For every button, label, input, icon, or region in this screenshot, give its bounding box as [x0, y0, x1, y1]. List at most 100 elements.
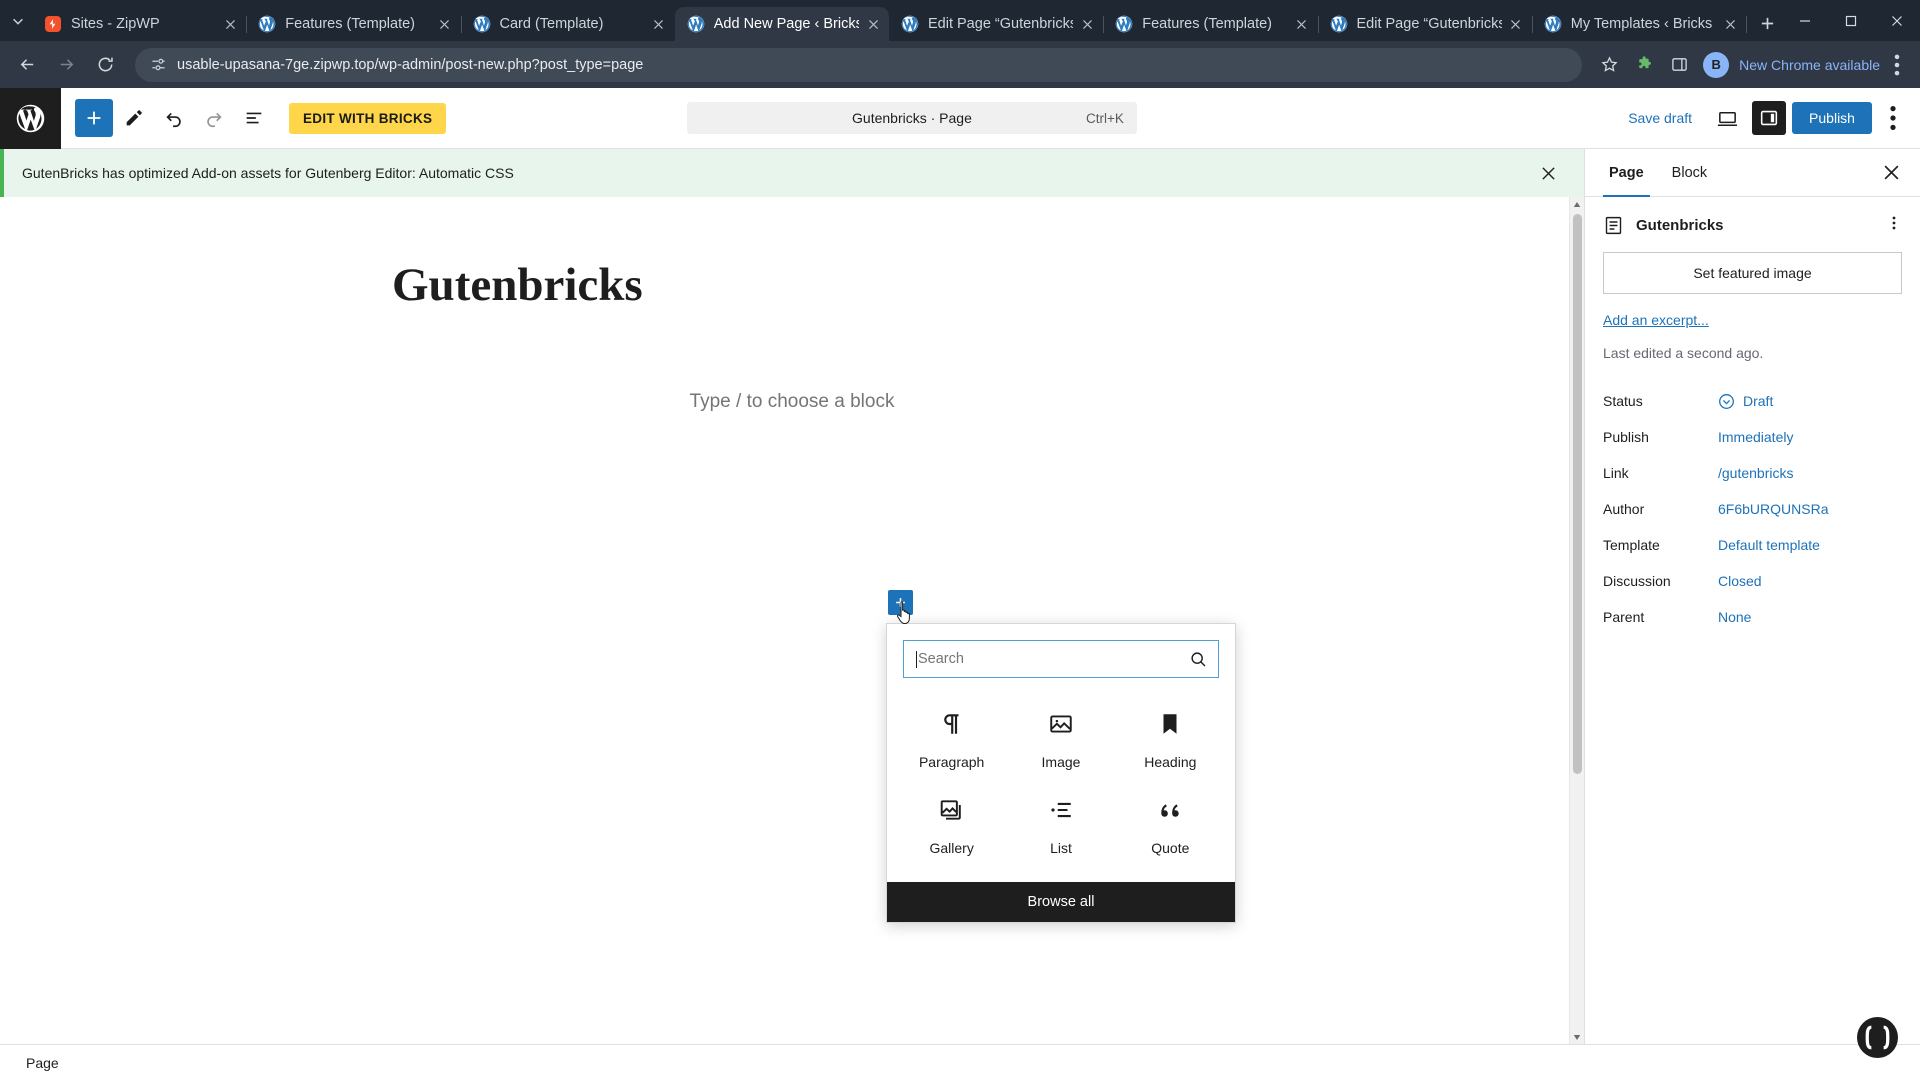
extensions-puzzle-icon[interactable] [1628, 49, 1660, 81]
forward-button[interactable] [49, 48, 83, 82]
editor-options-kebab-icon[interactable] [1878, 99, 1908, 137]
inserter-block-heading[interactable]: Heading [1116, 696, 1225, 776]
close-sidebar-button[interactable] [1872, 149, 1910, 196]
chrome-menu-kebab-icon[interactable] [1884, 48, 1910, 82]
sidebar-tabs: Page Block [1585, 149, 1920, 197]
close-window-button[interactable] [1874, 0, 1920, 41]
browser-tab[interactable]: Features (Template) [246, 7, 462, 41]
browser-window: Sites - ZipWP Features (Template) Card (Te… [0, 0, 1920, 1080]
tab-title: My Templates ‹ Bricks 20 [1570, 16, 1716, 32]
page-title[interactable]: Gutenbricks [0, 257, 1584, 313]
code-snippet-fab-button[interactable] [1857, 1017, 1898, 1058]
chrome-update-label[interactable]: New Chrome available [1739, 57, 1880, 73]
settings-sidebar-toggle-button[interactable] [1752, 101, 1787, 135]
browser-tab[interactable]: Features (Template) [1103, 7, 1319, 41]
inserter-block-paragraph[interactable]: Paragraph [897, 696, 1006, 776]
meta-value-button[interactable]: /gutenbricks [1718, 465, 1793, 481]
wordpress-logo-icon[interactable] [0, 87, 61, 149]
inserter-block-list[interactable]: List [1006, 782, 1115, 862]
window-controls [1782, 0, 1920, 41]
save-draft-button[interactable]: Save draft [1618, 104, 1702, 132]
paragraph-icon [939, 708, 965, 740]
tab-close-icon[interactable] [649, 14, 669, 34]
last-edited-text: Last edited a second ago. [1603, 345, 1764, 361]
tab-title: Card (Template) [499, 16, 604, 32]
sidebar-tab-page[interactable]: Page [1595, 149, 1658, 197]
bookmark-star-icon[interactable] [1593, 49, 1625, 81]
new-tab-button[interactable] [1752, 8, 1782, 38]
browser-tab[interactable]: Sites - ZipWP [32, 7, 248, 41]
document-actions-kebab-icon[interactable] [1886, 215, 1902, 236]
browse-all-button[interactable]: Browse all [887, 882, 1235, 922]
tab-close-icon[interactable] [435, 14, 455, 34]
tab-close-icon[interactable] [220, 14, 240, 34]
meta-value-button[interactable]: 6F6bURQUNSRa [1718, 501, 1828, 517]
notice-dismiss-button[interactable] [1536, 161, 1560, 185]
editor-header-actions: Save draft Publish [1618, 99, 1920, 137]
edit-tools-pencil-icon[interactable] [115, 99, 153, 137]
publish-button[interactable]: Publish [1792, 102, 1872, 134]
scroll-up-arrow-icon[interactable] [1570, 197, 1585, 212]
set-featured-image-button[interactable]: Set featured image [1603, 252, 1902, 294]
wordpress-icon [1115, 15, 1133, 33]
document: Gutenbricks Type / to choose a block [0, 197, 1584, 417]
site-settings-icon[interactable] [149, 56, 167, 74]
browser-tab[interactable]: Add New Page ‹ Bricks 20 [674, 7, 889, 41]
meta-value-button[interactable]: Draft [1718, 393, 1773, 410]
block-inserter-toggle-button[interactable] [75, 99, 113, 137]
undo-button[interactable] [155, 99, 193, 137]
address-bar[interactable]: usable-upasana-7ge.zipwp.top/wp-admin/po… [135, 47, 1583, 82]
heading-icon [1157, 708, 1183, 740]
tab-close-icon[interactable] [863, 14, 883, 34]
inserter-block-quote[interactable]: Quote [1116, 782, 1225, 862]
edit-with-bricks-button[interactable]: EDIT WITH BRICKS [289, 102, 447, 134]
tab-close-icon[interactable] [1292, 14, 1312, 34]
status-bar-label: Page [26, 1054, 59, 1071]
inserter-block-image[interactable]: Image [1006, 696, 1115, 776]
browser-tab[interactable]: Card (Template) [461, 7, 677, 41]
meta-row-template: Template Default template [1603, 527, 1902, 563]
inserter-block-gallery[interactable]: Gallery [897, 782, 1006, 862]
meta-row-discussion: Discussion Closed [1603, 563, 1902, 599]
empty-paragraph-block[interactable]: Type / to choose a block [0, 387, 1584, 417]
reload-button[interactable] [88, 48, 122, 82]
side-panel-icon[interactable] [1663, 49, 1695, 81]
browser-toolbar: usable-upasana-7ge.zipwp.top/wp-admin/po… [0, 41, 1920, 88]
block-inserter-popover: Search Paragraph Image Heading Gallery List Q… [886, 623, 1236, 923]
tab-close-icon[interactable] [1506, 14, 1526, 34]
browser-tab[interactable]: Edit Page “Gutenbricks” ‹ [889, 7, 1105, 41]
maximize-button[interactable] [1828, 0, 1874, 41]
editor-header: EDIT WITH BRICKS Gutenbricks · Page Ctrl… [0, 87, 1920, 149]
canvas-scrollbar[interactable] [1569, 197, 1584, 1044]
browser-tab[interactable]: Edit Page “Gutenbricks” ‹ [1318, 7, 1534, 41]
redo-button[interactable] [195, 99, 233, 137]
tab-close-icon[interactable] [1720, 14, 1740, 34]
scroll-down-arrow-icon[interactable] [1570, 1029, 1585, 1044]
preview-device-icon[interactable] [1708, 99, 1746, 137]
sidebar-tab-block[interactable]: Block [1658, 149, 1721, 196]
wordpress-icon [1544, 15, 1562, 33]
tab-close-icon[interactable] [1077, 14, 1097, 34]
gutenbricks-notice: GutenBricks has optimized Add-on assets … [0, 149, 1584, 197]
minimize-button[interactable] [1782, 0, 1828, 41]
add-excerpt-link[interactable]: Add an excerpt... [1603, 312, 1902, 328]
meta-row-publish: Publish Immediately [1603, 419, 1902, 455]
back-button[interactable] [10, 48, 44, 82]
meta-value-button[interactable]: Closed [1718, 573, 1762, 589]
meta-value-text: Draft [1743, 393, 1774, 409]
meta-value-button[interactable]: Immediately [1718, 429, 1793, 445]
wordpress-icon [473, 15, 491, 33]
browser-tab[interactable]: My Templates ‹ Bricks 20 [1532, 7, 1748, 41]
profile-avatar[interactable]: B [1703, 51, 1730, 78]
inserter-search-input[interactable]: Search [903, 640, 1219, 678]
meta-value-button[interactable]: None [1718, 609, 1751, 625]
post-canvas[interactable]: Gutenbricks Type / to choose a block Sea… [0, 197, 1584, 1044]
scrollbar-thumb[interactable] [1572, 214, 1582, 774]
tab-search-chevron-icon[interactable] [4, 7, 32, 35]
command-bar[interactable]: Gutenbricks · Page Ctrl+K [686, 102, 1137, 134]
meta-value-button[interactable]: Default template [1718, 537, 1820, 553]
inserter-block-label: Heading [1144, 754, 1197, 770]
inline-block-inserter-button[interactable] [888, 590, 913, 615]
zipwp-icon [44, 15, 62, 33]
document-overview-button[interactable] [235, 99, 273, 137]
